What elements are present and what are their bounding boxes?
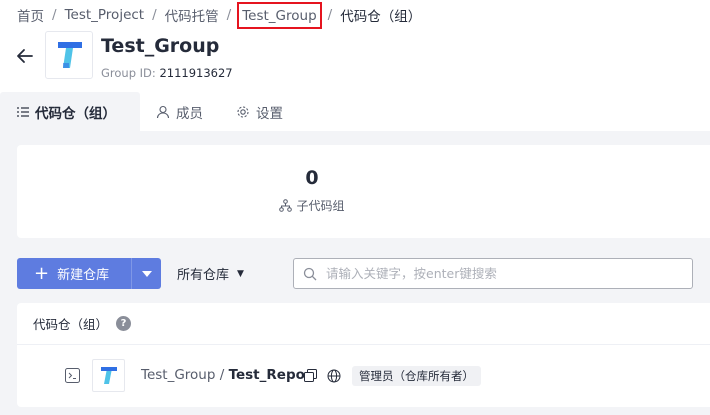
tab-label: 设置: [256, 105, 283, 122]
repo-logo: [92, 359, 125, 392]
tab-bar: 代码仓（组） 成员 设置: [0, 92, 299, 131]
page-title: Test_Group: [101, 35, 220, 57]
breadcrumb-separator: /: [327, 7, 333, 23]
new-repo-button[interactable]: + 新建仓库: [17, 258, 161, 289]
globe-icon: [327, 369, 341, 383]
group-id: Group ID: 2111913627: [101, 66, 233, 80]
tab-label: 成员: [176, 105, 203, 122]
breadcrumb: 首页 / Test_Project / 代码托管 / Test_Group / …: [17, 1, 422, 29]
tab-settings[interactable]: 设置: [220, 92, 299, 131]
copy-icon[interactable]: [304, 369, 317, 382]
breadcrumb-separator: /: [52, 7, 57, 23]
search-input[interactable]: [326, 266, 666, 281]
search-icon: [303, 267, 317, 281]
plus-icon: +: [34, 262, 50, 284]
caret-down-icon: ▼: [237, 268, 244, 279]
gear-icon: [236, 105, 250, 119]
breadcrumb-code-hosting[interactable]: 代码托管: [165, 5, 219, 25]
terminal-icon: [65, 368, 80, 383]
group-id-label: Group ID:: [101, 66, 156, 80]
list-header-title: 代码仓（组）: [33, 317, 109, 332]
breadcrumb-home[interactable]: 首页: [17, 5, 44, 25]
breadcrumb-separator: /: [152, 7, 157, 23]
repo-path[interactable]: Test_Group / Test_Repo: [141, 367, 305, 383]
chevron-down-icon: [141, 270, 152, 277]
new-repo-dropdown[interactable]: [131, 258, 161, 289]
search-box[interactable]: [293, 258, 693, 289]
repo-group-name: Test_Group: [141, 367, 216, 383]
repo-path-separator: /: [215, 367, 229, 383]
subgroup-count: 0: [305, 167, 319, 189]
repo-name: Test_Repo: [228, 367, 305, 383]
group-id-value: 2111913627: [159, 66, 233, 80]
group-logo: [45, 31, 93, 79]
breadcrumb-project[interactable]: Test_Project: [65, 7, 145, 23]
repo-filter-dropdown[interactable]: 所有仓库 ▼: [177, 258, 244, 289]
help-icon[interactable]: ?: [116, 316, 132, 331]
subgroup-icon: [279, 199, 293, 212]
subgroup-label: 子代码组: [17, 197, 607, 214]
repo-list-panel: 代码仓（组） ? Test_Group / Test_Repo 管理员（仓库所有…: [17, 303, 710, 407]
tab-members[interactable]: 成员: [140, 92, 220, 131]
new-repo-label: 新建仓库: [57, 268, 110, 283]
tab-repositories[interactable]: 代码仓（组）: [0, 92, 140, 131]
breadcrumb-current: 代码仓（组）: [340, 9, 422, 25]
list-header: 代码仓（组） ?: [17, 303, 710, 345]
breadcrumb-group[interactable]: Test_Group: [237, 1, 322, 29]
stats-card: 0 子代码组: [17, 145, 710, 238]
filter-label: 所有仓库: [177, 268, 230, 283]
breadcrumb-separator: /: [226, 7, 232, 23]
new-repo-main[interactable]: + 新建仓库: [17, 258, 131, 289]
tab-label: 代码仓（组）: [35, 105, 116, 122]
list-icon: [17, 106, 29, 118]
role-badge: 管理员（仓库所有者）: [352, 366, 481, 386]
list-item[interactable]: Test_Group / Test_Repo 管理员（仓库所有者）: [17, 346, 710, 406]
back-arrow-icon[interactable]: [14, 45, 36, 67]
user-icon: [156, 105, 170, 119]
subgroup-label-text: 子代码组: [296, 199, 345, 213]
